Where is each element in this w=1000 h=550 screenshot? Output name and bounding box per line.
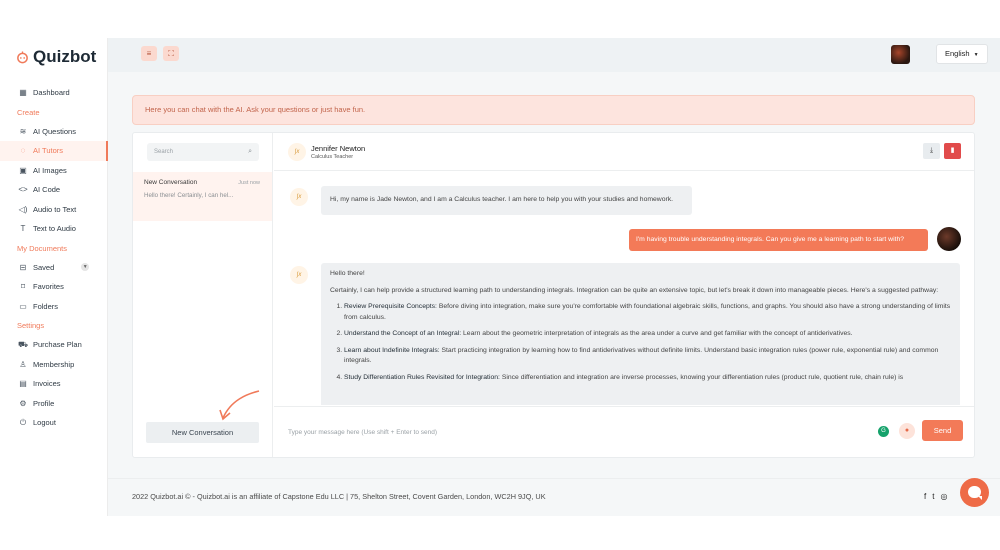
gear-icon: ⚙ [19,398,27,408]
conversation-preview: Hello there! Certainly, I can hel... [144,192,234,199]
delete-icon[interactable]: ▮ [944,143,961,159]
social-links: f t ◎ [924,492,947,501]
sidebar-item-invoices[interactable]: ▤ Invoices [0,374,108,394]
topbar: ≡ ⛶ English ▼ [108,38,1000,72]
sidebar-item-dashboard[interactable]: ▦ Dashboard [0,83,108,103]
sidebar-item-ai-code[interactable]: <> AI Code [0,180,108,200]
chat-header: ∫x Jennifer Newton Calculus Teacher ⤓ ▮ [274,133,974,171]
sidebar-item-ai-tutors[interactable]: ◌ AI Tutors [0,141,108,161]
folder-icon: ▭ [19,301,27,311]
conversation-item[interactable]: New Conversation Just now Hello there! C… [133,172,272,221]
power-icon: ⏻ [19,417,27,427]
sidebar-item-audio-to-text[interactable]: ◁) Audio to Text [0,200,108,220]
footer: 2022 Quizbot.ai © - Quizbot.ai is an aff… [108,478,1000,516]
reply-hello: Hello there! [330,270,365,277]
copyright-text: 2022 Quizbot.ai © - Quizbot.ai is an aff… [132,492,546,501]
sidebar-item-logout[interactable]: ⏻ Logout [0,413,108,433]
search-input[interactable]: Search ⌕ [147,143,259,161]
sidebar-nav: ▦ Dashboard Create ≋ AI Questions ◌ AI Tuto… [0,83,108,433]
ai-greeting-message: Hi, my name is Jade Newton, and I am a C… [321,186,692,215]
chevron-down-icon[interactable]: ▼ [81,263,90,272]
search-icon: ⌕ [248,148,252,155]
fullscreen-icon[interactable]: ⛶ [163,46,179,61]
message-input[interactable]: Type your message here (Use shift + Ente… [288,429,437,436]
learning-path-list: Review Prerequisite Concepts: Before div… [330,302,951,383]
instagram-icon[interactable]: ◎ [940,492,947,501]
caret-down-icon: ▼ [973,52,979,58]
sidebar-item-saved[interactable]: ⊟ Saved ▼ [0,258,108,278]
sidebar-item-ai-questions[interactable]: ≋ AI Questions [0,122,108,142]
sidebar: Quizbot ▦ Dashboard Create ≋ AI Questions … [0,38,108,516]
menu-toggle-icon[interactable]: ≡ [141,46,157,61]
image-icon: ▣ [19,165,27,175]
invoice-icon: ▤ [19,379,27,389]
section-settings: Settings [17,321,45,330]
section-documents: My Documents [17,243,68,253]
chat-bubble-icon: ◌ [20,146,26,156]
chat-icon [968,486,982,500]
section-create: Create [17,107,40,117]
speaker-icon: ◁) [18,204,28,214]
chat-panel: Search ⌕ New Conversation Just now Hello… [132,132,975,458]
sidebar-item-text-to-audio[interactable]: T Text to Audio [0,219,108,239]
microphone-icon[interactable]: ● [899,423,915,439]
list-item: Learn about Indefinite Integrals: Start … [344,346,951,367]
tutor-name: Jennifer Newton [311,144,366,153]
download-icon[interactable]: ⤓ [923,143,940,159]
list-item: Understand the Concept of an Integral: L… [344,329,951,340]
app-name: Quizbot [33,47,97,66]
info-banner: Here you can chat with the AI. Ask your … [132,95,975,125]
tutor-avatar: ∫x [288,143,306,161]
tutor-message-avatar: ∫x [290,266,308,284]
send-button[interactable]: Send [922,420,963,441]
list-item: Study Differentiation Rules Revisited fo… [344,373,951,384]
message-list: ∫x Hi, my name is Jade Newton, and I am … [274,172,974,405]
facebook-icon[interactable]: f [924,492,926,501]
twitter-icon[interactable]: t [932,492,934,501]
curved-arrow-icon [219,390,260,421]
robot-logo-icon [17,50,28,63]
language-select[interactable]: English ▼ [936,44,988,64]
grammarly-icon[interactable]: G [878,426,889,437]
message-composer[interactable]: Type your message here (Use shift + Ente… [274,406,974,457]
sidebar-item-purchase-plan[interactable]: ⛟ Purchase Plan [0,335,108,355]
sidebar-item-profile[interactable]: ⚙ Profile [0,394,108,414]
conversation-list: Search ⌕ New Conversation Just now Hello… [133,133,273,457]
inbox-icon: ⊟ [19,262,27,272]
tutor-message-avatar: ∫x [290,188,308,206]
code-icon: <> [18,185,28,195]
app-logo[interactable]: Quizbot [16,47,96,67]
ai-reply-message: Hello there! Certainly, I can help provi… [321,263,960,405]
reply-intro: Certainly, I can help provide a structur… [330,286,939,294]
support-chat-button[interactable] [960,478,989,507]
user-message: I'm having trouble understanding integra… [629,229,928,251]
user-icon: ♙ [19,359,27,369]
new-conversation-button[interactable]: New Conversation [146,422,259,443]
sidebar-item-membership[interactable]: ♙ Membership [0,355,108,375]
cart-icon: ⛟ [17,339,29,349]
dashboard-icon: ▦ [19,88,27,98]
text-icon: T [20,224,26,234]
layers-icon: ≋ [19,126,27,136]
sidebar-item-ai-images[interactable]: ▣ AI Images [0,161,108,181]
user-avatar[interactable] [891,45,910,64]
sidebar-item-favorites[interactable]: ⌑ Favorites [0,277,108,297]
bookmark-icon: ⌑ [20,282,26,292]
user-message-avatar [937,227,961,251]
sidebar-item-folders[interactable]: ▭ Folders [0,297,108,317]
tutor-role: Calculus Teacher [311,154,354,160]
conversation-time: Just now [238,180,260,186]
list-item: Review Prerequisite Concepts: Before div… [344,302,951,323]
